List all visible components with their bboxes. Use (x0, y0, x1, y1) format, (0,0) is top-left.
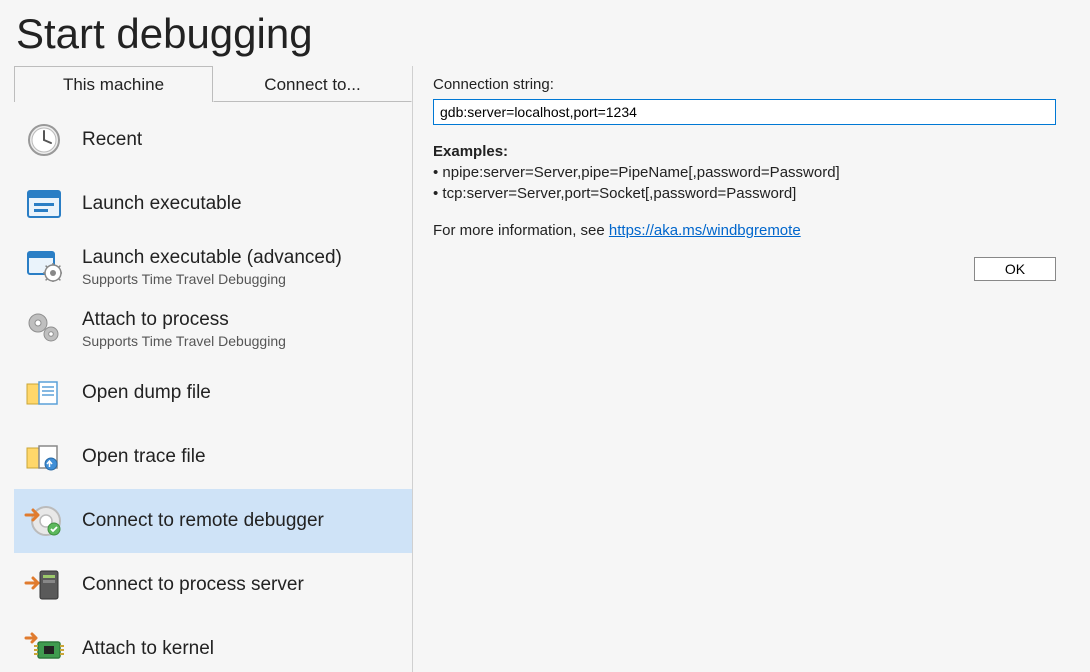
option-connect-process-server[interactable]: Connect to process server (14, 553, 412, 617)
info-prefix: For more information, see (433, 222, 609, 239)
option-launch-executable[interactable]: Launch executable (14, 172, 412, 236)
app-window-icon (24, 184, 64, 224)
ok-button[interactable]: OK (974, 257, 1056, 281)
option-label: Open trace file (82, 445, 206, 469)
option-label: Launch executable (82, 192, 242, 216)
option-connect-remote-debugger[interactable]: Connect to remote debugger (14, 489, 412, 553)
left-panel: This machine Connect to... Recent (14, 66, 413, 672)
connection-string-label: Connection string: (433, 76, 1056, 93)
option-label: Open dump file (82, 381, 211, 405)
option-open-dump-file[interactable]: Open dump file (14, 361, 412, 425)
examples-block: Examples: • npipe:server=Server,pipe=Pip… (433, 141, 1056, 204)
option-label: Attach to process (82, 308, 286, 332)
clock-icon (24, 120, 64, 160)
option-label: Launch executable (advanced) (82, 246, 342, 270)
info-link[interactable]: https://aka.ms/windbgremote (609, 222, 801, 239)
folder-document-icon (24, 373, 64, 413)
page-title: Start debugging (16, 10, 1076, 58)
option-label: Recent (82, 128, 142, 152)
chip-arrow-icon (24, 629, 64, 669)
remote-debug-icon (24, 501, 64, 541)
connection-string-input[interactable] (433, 99, 1056, 125)
option-list: Recent Launch executable (14, 108, 412, 672)
option-label: Connect to remote debugger (82, 509, 324, 533)
option-attach-to-kernel[interactable]: Attach to kernel (14, 617, 412, 672)
examples-heading: Examples: (433, 143, 508, 160)
option-label: Attach to kernel (82, 637, 214, 661)
option-sublabel: Supports Time Travel Debugging (82, 271, 342, 289)
tab-connect-to[interactable]: Connect to... (213, 66, 412, 102)
option-label: Connect to process server (82, 573, 304, 597)
example-line-1: • npipe:server=Server,pipe=PipeName[,pas… (433, 164, 840, 181)
info-line: For more information, see https://aka.ms… (433, 222, 1056, 239)
option-recent[interactable]: Recent (14, 108, 412, 172)
option-sublabel: Supports Time Travel Debugging (82, 333, 286, 351)
server-arrow-icon (24, 565, 64, 605)
option-open-trace-file[interactable]: Open trace file (14, 425, 412, 489)
option-launch-executable-advanced[interactable]: Launch executable (advanced) Supports Ti… (14, 236, 412, 298)
option-attach-to-process[interactable]: Attach to process Supports Time Travel D… (14, 298, 412, 360)
tab-this-machine[interactable]: This machine (14, 66, 213, 102)
gears-icon (24, 308, 64, 348)
example-line-2: • tcp:server=Server,port=Socket[,passwor… (433, 185, 796, 202)
app-window-advanced-icon (24, 246, 64, 286)
folder-trace-icon (24, 437, 64, 477)
right-panel: Connection string: Examples: • npipe:ser… (413, 66, 1076, 672)
tabs: This machine Connect to... (14, 66, 412, 102)
